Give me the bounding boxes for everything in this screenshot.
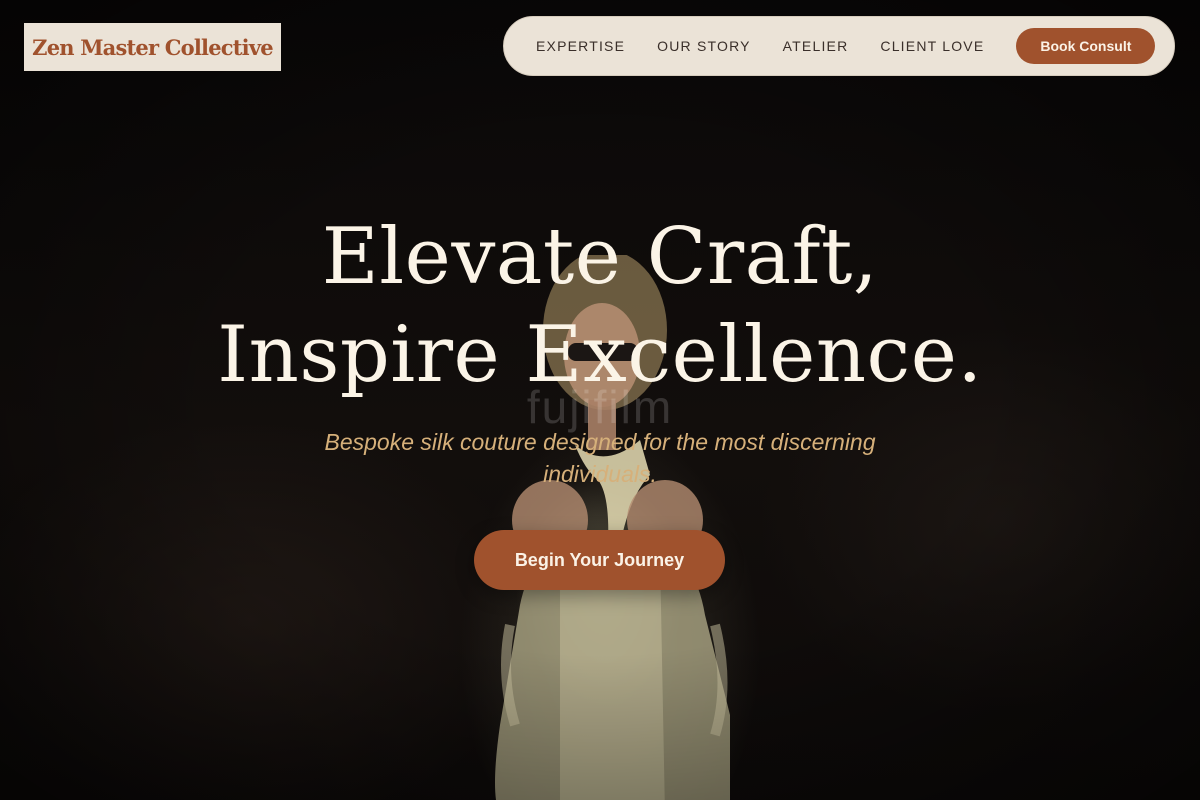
begin-journey-button[interactable]: Begin Your Journey xyxy=(474,530,725,590)
brand-logo[interactable]: Zen Master Collective xyxy=(24,23,281,71)
brand-name: Zen Master Collective xyxy=(32,34,273,60)
nav-link-client-love[interactable]: CLIENT LOVE xyxy=(880,38,984,54)
hero-title-line-2: Inspire Excellence. xyxy=(217,310,983,400)
main-navigation: EXPERTISE OUR STORY ATELIER CLIENT LOVE … xyxy=(503,16,1175,76)
nav-link-atelier[interactable]: ATELIER xyxy=(783,38,849,54)
nav-link-expertise[interactable]: EXPERTISE xyxy=(536,38,625,54)
hero-title: Elevate Craft, Inspire Excellence. xyxy=(0,208,1200,404)
hero-title-line-1: Elevate Craft, xyxy=(321,212,879,302)
hero-subtitle: Bespoke silk couture designed for the mo… xyxy=(324,429,876,487)
book-consult-button[interactable]: Book Consult xyxy=(1016,28,1156,64)
landing-page: Zen Master Collective EXPERTISE OUR STOR… xyxy=(0,0,1200,800)
nav-link-our-story[interactable]: OUR STORY xyxy=(657,38,751,54)
